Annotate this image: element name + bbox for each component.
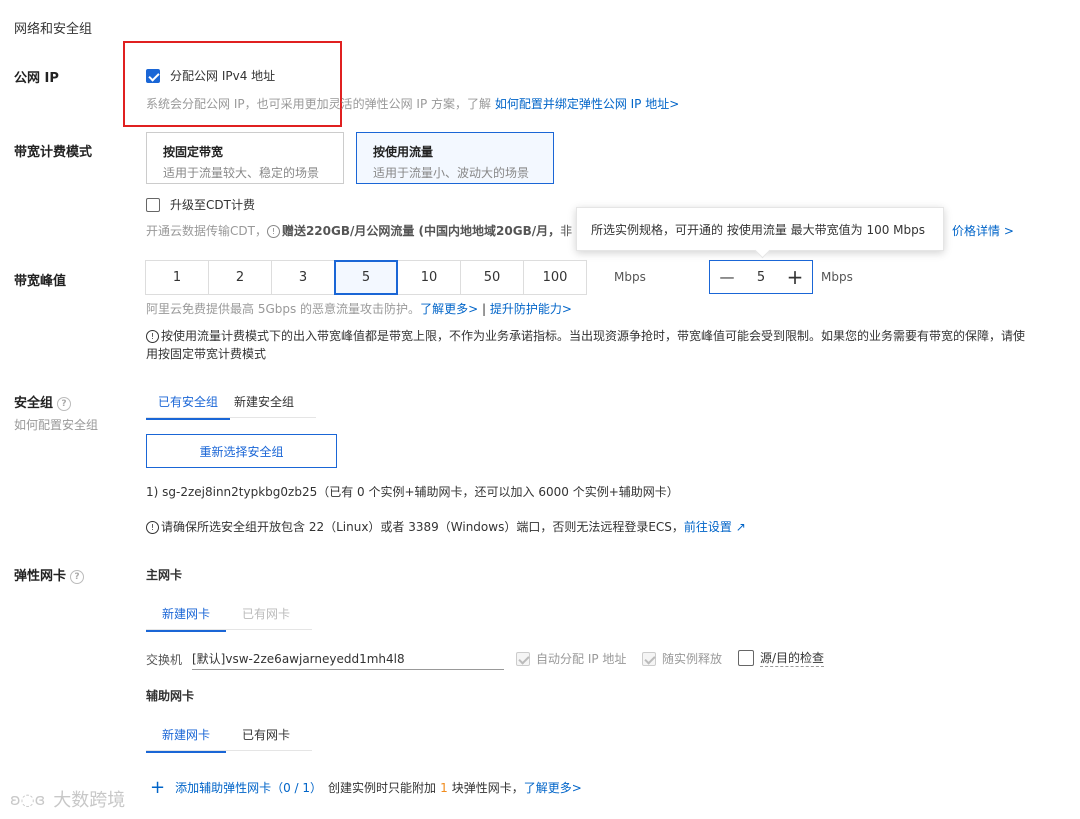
- release-label: 随实例释放: [662, 652, 723, 666]
- billing-option-title: 按固定带宽: [163, 145, 224, 159]
- public-ip-checkbox-label: 分配公网 IPv4 地址: [170, 69, 276, 83]
- ddos-hint: 阿里云免费提供最高 5Gbps 的恶意流量攻击防护。了解更多> | 提升防护能力…: [146, 300, 572, 317]
- security-group-label: 安全组?: [14, 392, 72, 411]
- tab-existing-secondary-eni[interactable]: 已有网卡: [226, 726, 290, 753]
- checkbox-disabled-icon: [642, 651, 656, 666]
- security-group-label-text: 安全组: [14, 396, 54, 411]
- bandwidth-option-3[interactable]: 3: [271, 260, 335, 295]
- cdt-checkbox-label: 升级至CDT计费: [170, 198, 255, 212]
- tab-divider: [146, 629, 312, 630]
- auto-ip-checkbox: 自动分配 IP 地址: [516, 650, 626, 667]
- tab-new-sg[interactable]: 新建安全组: [234, 393, 294, 420]
- cdt-hint-text: 开通云数据传输CDT，: [146, 224, 267, 238]
- bandwidth-peak-label: 带宽峰值: [14, 274, 67, 289]
- bandwidth-option-5[interactable]: 5: [334, 260, 398, 295]
- checkbox-unchecked-icon[interactable]: [738, 650, 754, 666]
- add-hint-num: 1: [440, 780, 448, 795]
- watermark-logo-icon: ʚ◌ɞ: [10, 789, 46, 809]
- plus-icon[interactable]: +: [150, 777, 165, 798]
- eni-label: 弹性网卡?: [14, 565, 85, 584]
- billing-option-fixed[interactable]: 按固定带宽 适用于流量较大、稳定的场景: [146, 132, 344, 184]
- cdt-hint: 开通云数据传输CDT，! 赠送220GB/月公网流量 (中国内地地域20GB/月，…: [146, 222, 572, 239]
- cdt-checkbox[interactable]: 升级至CDT计费: [146, 196, 255, 213]
- public-ip-checkbox[interactable]: 分配公网 IPv4 地址: [146, 67, 275, 84]
- src-dst-checkbox[interactable]: 源/目的检查: [738, 649, 825, 667]
- ddos-hint-text: 阿里云免费提供最高 5Gbps 的恶意流量攻击防护。: [146, 302, 421, 316]
- sg-port-warning-text: 请确保所选安全组开放包含 22（Linux）或者 3389（Windows）端口…: [161, 520, 684, 534]
- bandwidth-options: 1 2 3 5 10 50 100: [145, 260, 587, 295]
- src-dst-label: 源/目的检查: [760, 651, 825, 667]
- bandwidth-option-1[interactable]: 1: [145, 260, 209, 295]
- add-secondary-eni-link[interactable]: 添加辅助弹性网卡（0 / 1）: [175, 779, 322, 796]
- billing-option-traffic[interactable]: 按使用流量 适用于流量小、波动大的场景: [356, 132, 554, 184]
- ddos-separator: |: [481, 302, 486, 316]
- bandwidth-option-50[interactable]: 50: [460, 260, 524, 295]
- price-details-link[interactable]: 价格详情 >: [952, 222, 1014, 239]
- public-ip-hint: 系统会分配公网 IP，也可采用更加灵活的弹性公网 IP 方案，了解 如何配置并绑…: [146, 95, 679, 112]
- stepper-value-input[interactable]: 5: [744, 270, 778, 285]
- primary-eni-title: 主网卡: [146, 568, 183, 582]
- tab-new-eni[interactable]: 新建网卡: [146, 605, 227, 632]
- max-bandwidth-tooltip: 所选实例规格，可开通的 按使用流量 最大带宽值为 100 Mbps: [576, 207, 944, 251]
- billing-option-desc: 适用于流量较大、稳定的场景: [163, 166, 320, 180]
- release-checkbox: 随实例释放: [642, 650, 722, 667]
- billing-mode-label: 带宽计费模式: [14, 145, 93, 160]
- help-icon[interactable]: ?: [57, 396, 72, 411]
- stepper-unit: Mbps: [821, 270, 853, 284]
- eni-learn-more-link[interactable]: 了解更多>: [524, 779, 582, 796]
- selected-sg: 1) sg-2zej8inn2typkbg0zb25（已有 0 个实例+辅助网卡…: [146, 485, 679, 499]
- add-hint-pre: 创建实例时只能附加: [328, 781, 437, 795]
- auto-ip-label: 自动分配 IP 地址: [536, 652, 627, 666]
- bandwidth-option-10[interactable]: 10: [397, 260, 461, 295]
- bandwidth-unit: Mbps: [614, 270, 646, 284]
- checkbox-checked-icon[interactable]: [146, 68, 160, 83]
- bandwidth-warning-line1: 按使用流量计费模式下的出入带宽峰值都是带宽上限，不作为业务承诺指标。当出现资源争…: [161, 329, 1026, 343]
- add-secondary-eni: + 添加辅助弹性网卡（0 / 1） 创建实例时只能附加 1 块弹性网卡， 了解更…: [150, 777, 582, 798]
- bandwidth-stepper: — 5 +: [709, 260, 813, 294]
- help-icon[interactable]: ?: [70, 569, 85, 584]
- switch-select[interactable]: [默认]vsw-2ze6awjarneyedd1mh4l8: [192, 650, 504, 670]
- tab-divider: [146, 750, 312, 751]
- watermark-text: 大数跨境: [53, 790, 126, 811]
- cdt-hint-bold: 赠送220GB/月公网流量 (中国内地地域20GB/月，: [281, 224, 561, 238]
- eip-config-link[interactable]: 如何配置并绑定弹性公网 IP 地址>: [495, 97, 679, 111]
- billing-option-desc: 适用于流量小、波动大的场景: [373, 166, 530, 180]
- tab-new-secondary-eni[interactable]: 新建网卡: [146, 726, 227, 753]
- security-group-help-link[interactable]: 如何配置安全组: [14, 416, 98, 433]
- secondary-eni-title: 辅助网卡: [146, 689, 195, 703]
- section-title: 网络和安全组: [14, 22, 93, 37]
- bandwidth-warning: ! 按使用流量计费模式下的出入带宽峰值都是带宽上限，不作为业务承诺指标。当出现资源…: [146, 327, 1066, 363]
- bandwidth-option-2[interactable]: 2: [208, 260, 272, 295]
- reselect-sg-button[interactable]: 重新选择安全组: [146, 434, 337, 468]
- billing-option-title: 按使用流量: [373, 145, 434, 159]
- switch-label: 交换机: [146, 653, 183, 667]
- checkbox-disabled-icon: [516, 651, 530, 666]
- public-ip-hint-text: 系统会分配公网 IP，也可采用更加灵活的弹性公网 IP 方案，了解: [146, 97, 491, 111]
- stepper-minus-button[interactable]: —: [710, 268, 744, 286]
- checkbox-unchecked-icon[interactable]: [146, 197, 160, 212]
- external-link-icon[interactable]: ↗: [732, 520, 746, 534]
- bandwidth-option-100[interactable]: 100: [523, 260, 587, 295]
- security-group-tabs: 已有安全组 新建安全组: [146, 393, 294, 420]
- bandwidth-warning-line2: 用按固定带宽计费模式: [146, 347, 267, 361]
- cdt-hint-cut: 非: [560, 224, 573, 238]
- secondary-eni-tabs: 新建网卡 已有网卡: [146, 726, 290, 753]
- info-icon: !: [146, 521, 159, 534]
- sg-port-warning: ! 请确保所选安全组开放包含 22（Linux）或者 3389（Windows）端…: [146, 518, 746, 535]
- info-icon: !: [146, 330, 159, 343]
- public-ip-label: 公网 IP: [14, 71, 59, 86]
- highlight-box: [123, 41, 342, 127]
- ddos-learn-more-link[interactable]: 了解更多>: [420, 302, 478, 316]
- primary-eni-tabs: 新建网卡 已有网卡: [146, 605, 290, 632]
- go-settings-link[interactable]: 前往设置: [684, 520, 732, 534]
- tab-divider: [146, 417, 316, 418]
- tab-existing-sg[interactable]: 已有安全组: [146, 393, 231, 420]
- info-icon: !: [266, 225, 280, 238]
- watermark: ʚ◌ɞ 大数跨境: [10, 786, 125, 812]
- ddos-upgrade-link[interactable]: 提升防护能力>: [490, 302, 572, 316]
- eni-label-text: 弹性网卡: [14, 569, 67, 584]
- stepper-plus-button[interactable]: +: [778, 265, 812, 289]
- tab-existing-eni[interactable]: 已有网卡: [226, 605, 290, 632]
- add-hint-post: 块弹性网卡，: [451, 781, 524, 795]
